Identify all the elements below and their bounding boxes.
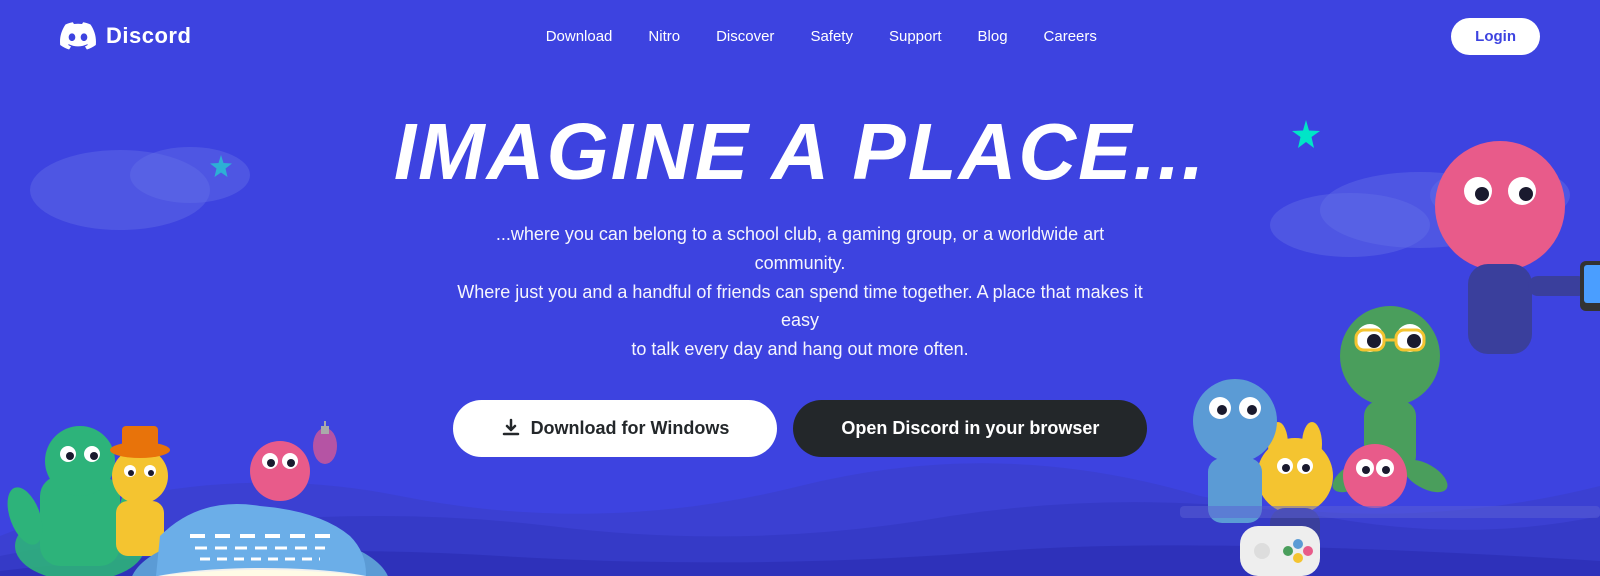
hero-subtitle-line3: to talk every day and hang out more ofte… (631, 339, 968, 359)
nav-link-nitro[interactable]: Nitro (648, 28, 680, 45)
discord-logo[interactable]: Discord (60, 22, 191, 50)
hero-buttons: Download for Windows Open Discord in you… (453, 400, 1148, 457)
hero-subtitle-line1: ...where you can belong to a school club… (496, 224, 1104, 273)
open-browser-button[interactable]: Open Discord in your browser (793, 400, 1147, 457)
nav-link-download[interactable]: Download (546, 28, 613, 45)
navbar-center: Download Nitro Discover Safety Support B… (546, 28, 1097, 45)
nav-link-careers[interactable]: Careers (1044, 28, 1097, 45)
hero-subtitle: ...where you can belong to a school club… (450, 220, 1150, 364)
nav-link-support[interactable]: Support (889, 28, 942, 45)
navbar: Discord Download Nitro Discover Safety S… (0, 0, 1600, 72)
nav-link-blog[interactable]: Blog (978, 28, 1008, 45)
download-windows-button[interactable]: Download for Windows (453, 400, 778, 457)
nav-link-safety[interactable]: Safety (810, 28, 853, 45)
login-button[interactable]: Login (1451, 18, 1540, 55)
navbar-right: Login (1451, 18, 1540, 55)
hero-title: IMAGINE A PLACE... (394, 112, 1206, 192)
download-windows-label: Download for Windows (531, 418, 730, 439)
page-wrapper: Discord Download Nitro Discover Safety S… (0, 0, 1600, 576)
nav-link-discover[interactable]: Discover (716, 28, 774, 45)
navbar-left: Discord (60, 22, 191, 50)
brand-name: Discord (106, 23, 191, 49)
download-icon (501, 418, 521, 438)
hero-section: IMAGINE A PLACE... ...where you can belo… (0, 72, 1600, 457)
hero-subtitle-line2: Where just you and a handful of friends … (457, 282, 1142, 331)
discord-logo-icon (60, 22, 96, 50)
